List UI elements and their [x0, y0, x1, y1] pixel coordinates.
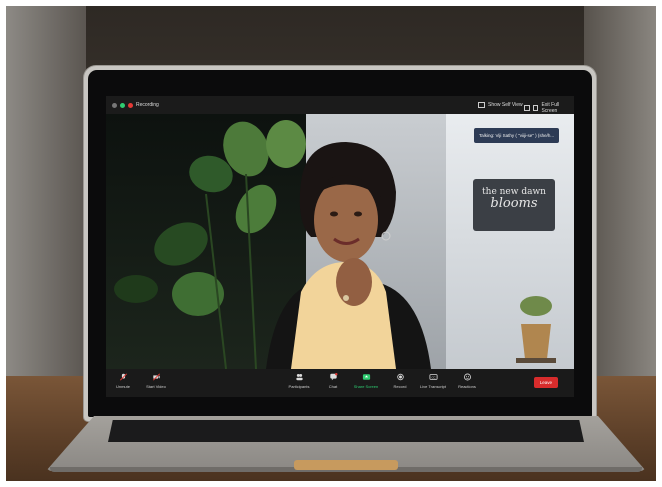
security-icon[interactable]	[120, 102, 125, 108]
show-self-view-button[interactable]: Show Self View	[478, 102, 523, 108]
start-video-label: Start Video	[146, 384, 166, 389]
participants-label: Participants	[288, 384, 310, 389]
wall-sign: the new dawn blooms	[473, 179, 555, 231]
leave-button[interactable]: Leave	[533, 377, 558, 388]
wall-left	[6, 6, 86, 386]
fullscreen-icon	[532, 105, 539, 111]
chat-label: Chat	[328, 384, 338, 389]
svg-text:CC: CC	[431, 375, 435, 379]
video-off-icon	[152, 373, 160, 381]
record-button[interactable]: Record	[383, 373, 417, 389]
self-view-icon	[478, 102, 485, 108]
speaker-person	[266, 142, 431, 369]
live-transcript-button[interactable]: CC Live Transcript	[416, 373, 450, 389]
grid-view-icon	[524, 105, 530, 111]
unmute-button[interactable]: Unmute	[106, 373, 140, 389]
unmute-label: Unmute	[115, 384, 130, 389]
fullscreen-label: Exit Full Screen	[541, 102, 560, 114]
live-transcript-label: Live Transcript	[419, 384, 446, 389]
photo-background: Recording Show Self View Exit Full Scree…	[6, 6, 656, 481]
share-screen-button[interactable]: Share Screen	[349, 373, 383, 389]
record-icon	[396, 373, 404, 381]
participants-icon	[295, 373, 303, 381]
microphone-muted-icon	[119, 373, 127, 381]
exit-fullscreen-button[interactable]: Exit Full Screen	[524, 102, 574, 114]
sign-line-2: blooms	[490, 196, 538, 211]
smiley-icon	[463, 373, 471, 381]
zoom-toolbar: Unmute Start Video Participants Chat Sha…	[106, 369, 574, 397]
reactions-label: Reactions	[458, 384, 476, 389]
laptop-bezel: Recording Show Self View Exit Full Scree…	[88, 70, 592, 417]
laptop-base	[46, 416, 646, 472]
laptop-lid: Recording Show Self View Exit Full Scree…	[84, 66, 596, 421]
potted-plant	[516, 296, 556, 363]
zoom-top-bar: Recording Show Self View Exit Full Scree…	[106, 96, 574, 114]
record-dot-icon	[128, 102, 133, 108]
self-view-label: Show Self View	[488, 102, 523, 108]
speaker-video: the new dawn blooms Talking: Viji Sathy …	[106, 114, 574, 369]
cc-icon: CC	[429, 374, 437, 380]
share-screen-icon	[362, 374, 370, 380]
start-video-button[interactable]: Start Video	[139, 373, 173, 389]
share-screen-label: Share Screen	[353, 384, 379, 389]
zoom-window: Recording Show Self View Exit Full Scree…	[106, 96, 574, 397]
recording-indicator: Recording	[112, 102, 159, 108]
chat-button[interactable]: Chat	[316, 373, 350, 389]
talking-indicator: Talking: Viji Sathy ( "viiji-se" ) (she/…	[474, 128, 560, 143]
keyboard	[108, 420, 584, 442]
reactions-button[interactable]: Reactions	[450, 373, 484, 389]
recording-label: Recording	[136, 102, 159, 108]
info-icon[interactable]	[112, 102, 117, 108]
chat-icon	[329, 373, 337, 381]
record-label: Record	[393, 384, 407, 389]
participants-button[interactable]: Participants	[282, 373, 316, 389]
trackpad-notch	[294, 460, 398, 470]
